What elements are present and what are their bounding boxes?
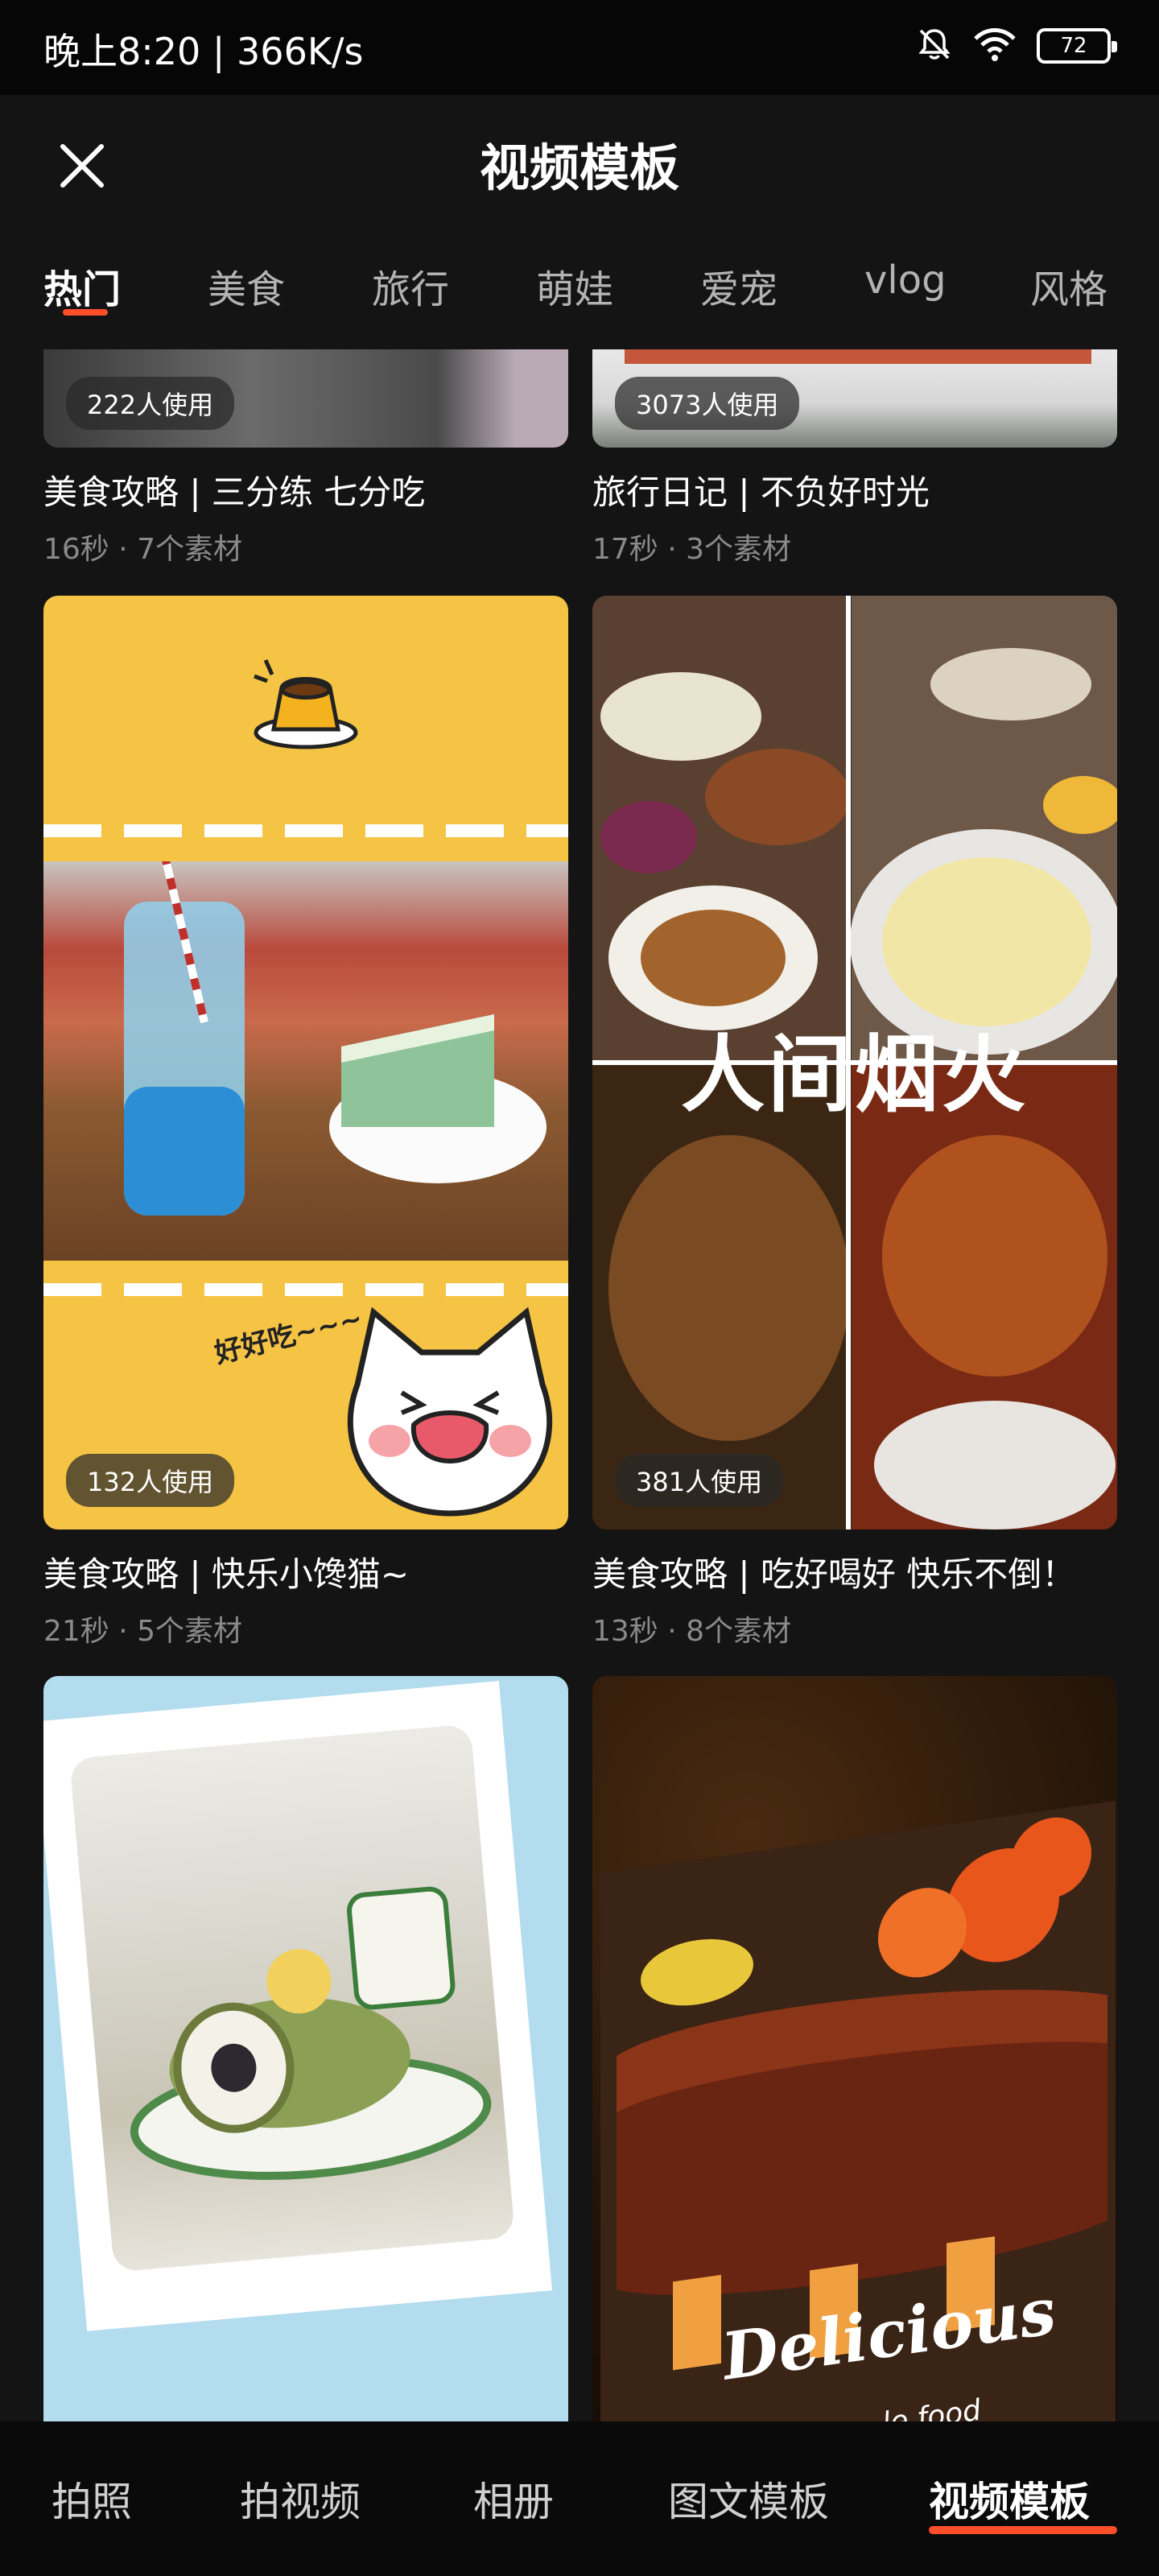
template-meta: 13秒 · 8个素材 xyxy=(592,1615,792,1648)
tab-hot[interactable]: 热门 xyxy=(43,258,121,314)
nav-album[interactable]: 相册 xyxy=(473,2470,554,2528)
template-card[interactable] xyxy=(43,1676,568,2423)
pudding-sticker xyxy=(254,658,358,749)
template-grid: 222人使用 美食攻略 | 三分练 七分吃 16秒 · 7个素材 3073人使用… xyxy=(0,349,1159,2423)
template-title: 美食攻略 | 三分练 七分吃 xyxy=(43,473,426,512)
template-thumbnail: 3073人使用 xyxy=(592,349,1117,448)
nav-video[interactable]: 拍视频 xyxy=(240,2470,361,2528)
wifi-icon xyxy=(972,26,1017,66)
header: 视频模板 xyxy=(0,95,1159,224)
page-title: 视频模板 xyxy=(479,138,679,197)
template-meta: 17秒 · 3个素材 xyxy=(592,533,792,566)
nav-photo[interactable]: 拍照 xyxy=(52,2470,132,2528)
template-title: 美食攻略 | 快乐小馋猫~ xyxy=(43,1554,410,1594)
battery-icon: 72 xyxy=(1037,28,1117,64)
nav-image-template[interactable]: 图文模板 xyxy=(668,2470,829,2528)
photo-frame xyxy=(43,1681,553,2331)
video-template-screen: 晚上8:20 | 366K/s 72 视频模板 热门 美食 旅行 萌娃 爱宠 v… xyxy=(0,0,1159,2576)
usage-badge: 222人使用 xyxy=(66,377,235,430)
template-thumbnail: 222人使用 xyxy=(43,349,568,448)
usage-badge: 3073人使用 xyxy=(615,377,800,430)
battery-level: 72 xyxy=(1060,34,1087,58)
tab-style[interactable]: 风格 xyxy=(1030,258,1107,314)
active-nav-indicator xyxy=(929,2526,1117,2534)
template-title: 旅行日记 | 不负好时光 xyxy=(592,473,930,512)
template-title: 美食攻略 | 吃好喝好 快乐不倒！ xyxy=(592,1554,1076,1594)
tab-food[interactable]: 美食 xyxy=(208,258,285,314)
template-thumbnail: 好好吃~~~ 132人使用 xyxy=(43,596,568,1530)
category-tabs: 热门 美食 旅行 萌娃 爱宠 vlog 风格 xyxy=(0,242,1159,330)
template-card[interactable]: 3073人使用 旅行日记 | 不负好时光 17秒 · 3个素材 xyxy=(592,349,1117,568)
boat-edge-shape xyxy=(625,349,1091,364)
template-card[interactable]: 222人使用 美食攻略 | 三分练 七分吃 16秒 · 7个素材 xyxy=(43,349,568,568)
cat-sticker xyxy=(347,1307,553,1517)
status-icons: 72 xyxy=(916,26,1117,66)
usage-badge: 132人使用 xyxy=(66,1454,235,1507)
cafe-photo xyxy=(43,852,568,1261)
cake-photo xyxy=(69,1724,516,2273)
tab-pets[interactable]: 爱宠 xyxy=(700,258,777,314)
nav-video-template[interactable]: 视频模板 xyxy=(929,2470,1090,2528)
status-time-speed: 晚上8:20 | 366K/s xyxy=(43,30,364,73)
tab-kids[interactable]: 萌娃 xyxy=(536,258,613,314)
dashed-line-top xyxy=(43,824,568,837)
template-thumbnail: Delicious le food xyxy=(592,1676,1117,2423)
active-tab-indicator xyxy=(63,309,108,316)
tab-vlog[interactable]: vlog xyxy=(864,258,947,303)
template-card[interactable]: 好好吃~~~ 132人使用 美食攻略 | 快乐小馋猫~ 21秒 · 5个素材 xyxy=(43,596,568,1649)
bottom-nav: 拍照 拍视频 相册 图文模板 视频模板 xyxy=(0,2421,1159,2576)
template-meta: 16秒 · 7个素材 xyxy=(43,533,243,566)
overlay-caption: 人间烟火 xyxy=(680,1026,1029,1124)
template-thumbnail xyxy=(43,1676,568,2423)
tab-travel[interactable]: 旅行 xyxy=(372,258,449,314)
template-card[interactable]: Delicious le food xyxy=(592,1676,1117,2423)
usage-badge: 381人使用 xyxy=(615,1454,784,1507)
template-card[interactable]: 人间烟火 381人使用 美食攻略 | 吃好喝好 快乐不倒！ 13秒 · 8个素材 xyxy=(592,596,1117,1649)
template-thumbnail: 人间烟火 381人使用 xyxy=(592,596,1117,1530)
status-bar: 晚上8:20 | 366K/s 72 xyxy=(0,0,1159,95)
template-meta: 21秒 · 5个素材 xyxy=(43,1615,243,1648)
mute-bell-icon xyxy=(916,26,953,66)
